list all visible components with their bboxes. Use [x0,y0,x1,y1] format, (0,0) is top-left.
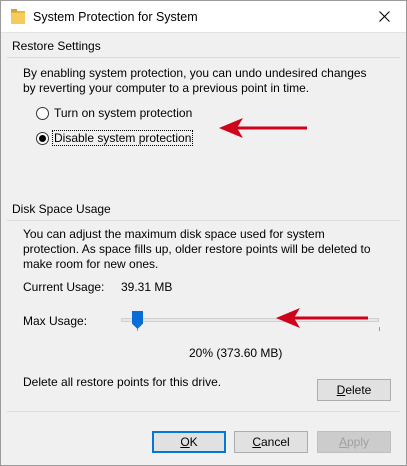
disk-space-description: You can adjust the maximum disk space us… [23,227,371,271]
max-usage-value: 20% (373.60 MB) [189,346,283,360]
cancel-button-accel: C [252,435,261,449]
cancel-button-label: ancel [260,435,290,449]
disk-space-heading: Disk Space Usage [12,202,111,216]
max-usage-slider-thumb[interactable] [132,311,143,329]
title-bar: System Protection for System [1,1,406,33]
system-protection-dialog: System Protection for System Restore Set… [0,0,407,466]
restore-settings-heading: Restore Settings [12,39,101,53]
current-usage-value: 39.31 MB [121,280,173,294]
turn-on-protection-label: Turn on system protection [54,106,193,120]
disable-protection-radio[interactable]: Disable system protection [36,130,194,146]
delete-button-label: elete [345,383,372,397]
restore-settings-divider [7,57,400,58]
ok-button[interactable]: OK [152,431,226,453]
annotation-arrow-icon [219,118,307,138]
cancel-button[interactable]: Cancel [234,431,308,453]
ok-button-label: K [189,435,198,449]
current-usage-label: Current Usage: [23,280,105,294]
ok-button-accel: O [180,435,190,449]
delete-button-accel: D [336,383,346,397]
max-usage-label: Max Usage: [23,314,88,328]
slider-tick [379,327,380,331]
annotation-arrow-icon [276,308,368,328]
close-button[interactable] [362,1,406,32]
apply-button[interactable]: Apply [317,431,391,453]
window-title: System Protection for System [33,10,198,24]
delete-button[interactable]: Delete [317,379,391,401]
folder-icon [11,9,25,24]
disable-protection-label: Disable system protection [51,130,194,146]
apply-button-label: pply [347,435,370,449]
apply-button-accel: A [338,435,347,449]
radio-checked-icon [36,131,49,145]
footer-divider [7,411,400,412]
radio-unchecked-icon [36,106,49,120]
restore-settings-description: By enabling system protection, you can u… [23,66,367,95]
turn-on-protection-radio[interactable]: Turn on system protection [36,105,193,121]
close-icon [378,11,390,22]
delete-restore-points-text: Delete all restore points for this drive… [23,375,222,389]
disk-space-divider [7,220,400,221]
